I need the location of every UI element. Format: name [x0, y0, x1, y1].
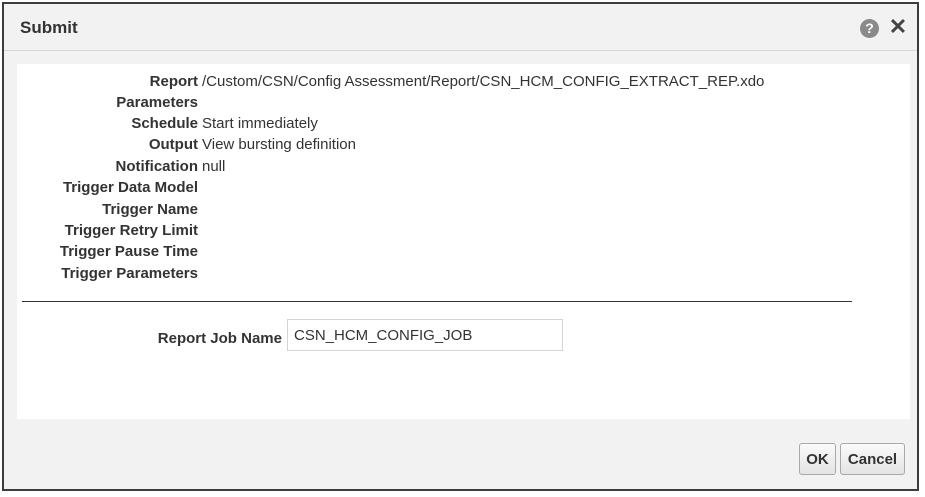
- detail-row-trigger-name: Trigger Name: [17, 201, 897, 221]
- detail-label: Trigger Name: [102, 201, 198, 218]
- submit-dialog: Submit ? ✕ Report /Custom/CSN/Config Ass…: [2, 2, 919, 491]
- detail-label: Notification: [115, 158, 199, 175]
- report-job-name-input[interactable]: [287, 319, 563, 351]
- dialog-content: Report /Custom/CSN/Config Assessment/Rep…: [17, 64, 910, 419]
- detail-row-trigger-data-model: Trigger Data Model: [17, 179, 897, 199]
- detail-row-trigger-retry-limit: Trigger Retry Limit: [17, 222, 897, 242]
- detail-label: Trigger Retry Limit: [64, 222, 198, 239]
- detail-label: Trigger Data Model: [62, 179, 198, 196]
- detail-value: Start immediately: [202, 115, 318, 132]
- dialog-title: Submit: [20, 18, 78, 37]
- detail-label: Output: [148, 136, 198, 153]
- detail-label: Parameters: [116, 94, 198, 111]
- dialog-titlebar: Submit ? ✕: [4, 4, 917, 51]
- detail-label: Report: [149, 73, 198, 90]
- detail-label: Trigger Parameters: [61, 265, 198, 282]
- detail-label: Schedule: [131, 115, 198, 132]
- detail-row-parameters: Parameters: [17, 94, 897, 114]
- report-job-name-label: Report Job Name: [157, 330, 282, 347]
- close-icon[interactable]: ✕: [888, 15, 908, 39]
- detail-value: View bursting definition: [202, 136, 356, 153]
- detail-value: null: [202, 158, 226, 175]
- ok-button[interactable]: OK: [799, 443, 836, 475]
- help-icon[interactable]: ?: [860, 19, 879, 38]
- detail-row-output: Output View bursting definition: [17, 136, 897, 156]
- detail-row-schedule: Schedule Start immediately: [17, 115, 897, 135]
- detail-value: /Custom/CSN/Config Assessment/Report/CSN…: [202, 73, 765, 90]
- cancel-button[interactable]: Cancel: [840, 443, 905, 475]
- detail-row-trigger-parameters: Trigger Parameters: [17, 265, 897, 285]
- detail-row-trigger-pause-time: Trigger Pause Time: [17, 243, 897, 263]
- detail-row-notification: Notification null: [17, 158, 897, 178]
- section-divider: [22, 301, 852, 302]
- detail-row-report: Report /Custom/CSN/Config Assessment/Rep…: [17, 73, 897, 93]
- detail-label: Trigger Pause Time: [59, 243, 198, 260]
